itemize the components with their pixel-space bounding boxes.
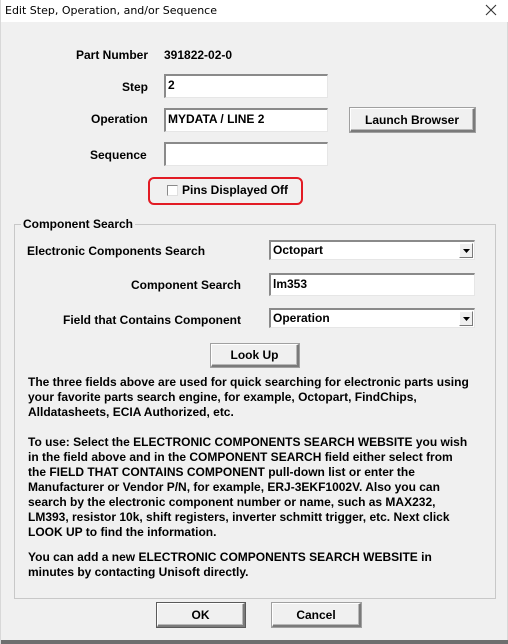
sequence-label: Sequence	[90, 148, 147, 162]
pins-displayed-label[interactable]: Pins Displayed Off	[182, 183, 288, 197]
chevron-down-icon[interactable]	[459, 243, 473, 258]
chevron-down-icon[interactable]	[459, 311, 473, 326]
ok-button[interactable]: OK	[157, 603, 245, 627]
window-bottom-border	[1, 640, 508, 644]
pins-displayed-checkbox[interactable]	[167, 185, 178, 196]
help-paragraph-2: To use: Select the ELECTRONIC COMPONENTS…	[28, 435, 468, 539]
operation-input[interactable]: MYDATA / LINE 2	[164, 108, 328, 132]
operation-label: Operation	[91, 112, 148, 126]
help-paragraph-3: You can add a new ELECTRONIC COMPONENTS …	[28, 550, 432, 579]
electronic-search-label: Electronic Components Search	[27, 244, 206, 258]
component-search-input[interactable]: lm353	[269, 273, 475, 296]
part-number-label: Part Number	[76, 48, 149, 62]
part-number-value: 391822-02-0	[164, 48, 233, 62]
step-input[interactable]: 2	[164, 74, 328, 98]
sequence-input[interactable]	[164, 142, 328, 166]
field-contains-select[interactable]: Operation	[269, 308, 475, 328]
window-title: Edit Step, Operation, and/or Sequence	[5, 4, 217, 17]
help-paragraph-1: The three fields above are used for quic…	[28, 375, 469, 419]
launch-browser-button[interactable]: Launch Browser	[350, 108, 475, 132]
field-contains-label: Field that Contains Component	[63, 313, 241, 327]
dialog-window: Edit Step, Operation, and/or Sequence Pa…	[0, 0, 508, 644]
title-bar: Edit Step, Operation, and/or Sequence	[1, 0, 508, 22]
component-search-label: Component Search	[131, 278, 242, 292]
component-search-group-title: Component Search	[21, 217, 136, 231]
electronic-search-select[interactable]: Octopart	[269, 240, 475, 260]
field-contains-value: Operation	[273, 311, 330, 325]
close-icon[interactable]	[483, 2, 499, 18]
cancel-button[interactable]: Cancel	[272, 603, 361, 627]
step-label: Step	[122, 80, 149, 94]
look-up-button[interactable]: Look Up	[211, 344, 299, 367]
electronic-search-value: Octopart	[273, 243, 324, 257]
